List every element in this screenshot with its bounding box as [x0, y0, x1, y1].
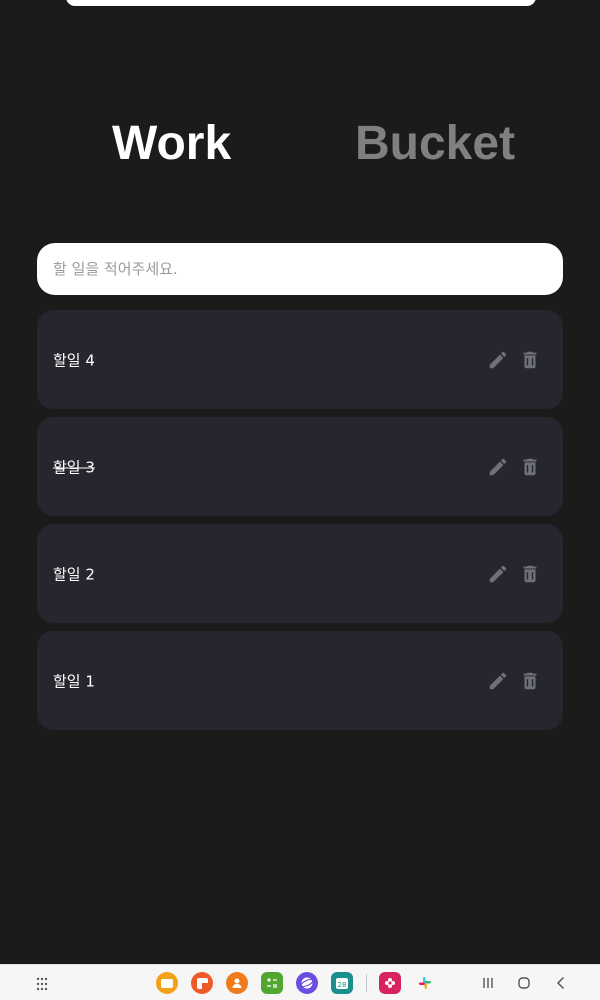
pencil-icon[interactable] — [487, 563, 509, 585]
app-screen: Work Bucket 할일 4 할일 3 — [0, 0, 600, 1000]
back-icon[interactable] — [551, 973, 571, 993]
pencil-icon[interactable] — [487, 670, 509, 692]
top-sheet-edge — [66, 0, 536, 6]
internet-icon[interactable] — [296, 972, 318, 994]
recent-apps-icon[interactable] — [478, 973, 498, 993]
home-icon[interactable] — [514, 973, 534, 993]
app-dock: 28 — [156, 972, 449, 994]
todo-text[interactable]: 할일 3 — [53, 456, 95, 477]
todo-text[interactable]: 할일 4 — [53, 349, 95, 370]
system-navbar: 28 — [0, 964, 600, 1000]
apps-grid-icon[interactable] — [36, 976, 52, 991]
calculator-icon[interactable] — [261, 972, 283, 994]
dock-separator — [366, 974, 367, 992]
trash-icon[interactable] — [519, 670, 541, 692]
todo-item: 할일 2 — [37, 524, 563, 623]
todo-text[interactable]: 할일 2 — [53, 563, 95, 584]
trash-icon[interactable] — [519, 563, 541, 585]
calendar-icon[interactable]: 28 — [331, 972, 353, 994]
todo-actions — [487, 563, 541, 585]
trash-icon[interactable] — [519, 349, 541, 371]
todo-text[interactable]: 할일 1 — [53, 670, 95, 691]
slack-icon[interactable] — [414, 972, 436, 994]
todo-actions — [487, 670, 541, 692]
my-files-icon[interactable] — [156, 972, 178, 994]
todo-item: 할일 3 — [37, 417, 563, 516]
todo-item: 할일 4 — [37, 310, 563, 409]
flower-app-icon[interactable] — [379, 972, 401, 994]
todo-actions — [487, 456, 541, 478]
todo-actions — [487, 349, 541, 371]
notes-icon[interactable] — [191, 972, 213, 994]
todo-item: 할일 1 — [37, 631, 563, 730]
tab-work[interactable]: Work — [112, 112, 231, 176]
todo-list: 할일 4 할일 3 할일 2 할일 1 — [37, 310, 563, 738]
pencil-icon[interactable] — [487, 456, 509, 478]
pencil-icon[interactable] — [487, 349, 509, 371]
calendar-day-label: 28 — [338, 981, 347, 989]
contacts-icon[interactable] — [226, 972, 248, 994]
tab-bucket[interactable]: Bucket — [355, 112, 515, 176]
category-tabs: Work Bucket — [0, 112, 600, 176]
todo-input[interactable] — [37, 243, 563, 295]
todo-input-container — [37, 243, 563, 295]
trash-icon[interactable] — [519, 456, 541, 478]
